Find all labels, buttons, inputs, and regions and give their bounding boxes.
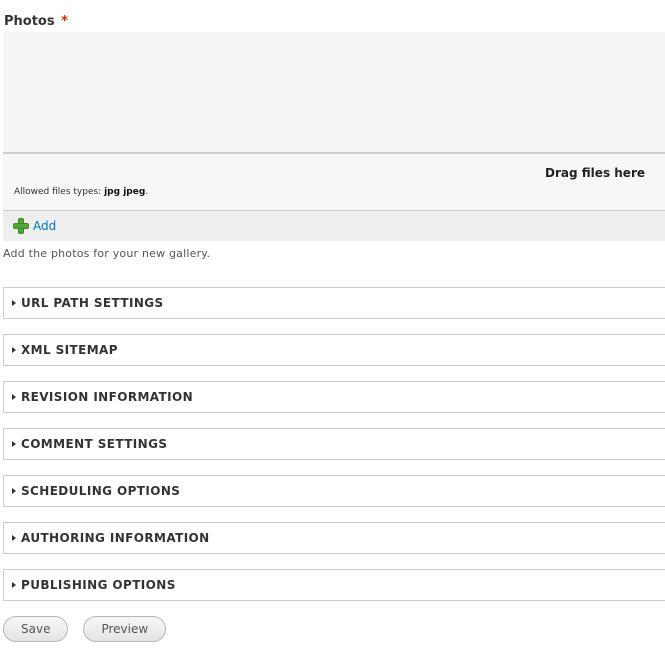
add-photo-label: Add (33, 219, 57, 233)
triangle-right-icon (12, 441, 16, 447)
upload-preview-area (3, 32, 665, 154)
preview-button[interactable]: Preview (83, 616, 167, 642)
fieldset-legend: COMMENT SETTINGS (21, 437, 168, 451)
fieldset-url-path-settings[interactable]: URL PATH SETTINGS (3, 287, 665, 319)
fieldset-legend: PUBLISHING OPTIONS (21, 578, 176, 592)
fieldset-xml-sitemap[interactable]: XML SITEMAP (3, 334, 665, 366)
allowed-file-types: Allowed files types: jpg jpeg. (14, 187, 148, 197)
form-actions: Save Preview (3, 616, 181, 642)
allowed-types-suffix: . (145, 187, 149, 197)
allowed-types-value: jpg jpeg (104, 187, 146, 197)
fieldset-legend: SCHEDULING OPTIONS (21, 484, 181, 498)
fieldset-revision-information[interactable]: REVISION INFORMATION (3, 381, 665, 413)
plus-icon (13, 218, 29, 234)
photo-upload-widget: Drag files here Allowed files types: jpg… (3, 32, 665, 241)
triangle-right-icon (12, 535, 16, 541)
fieldset-legend: URL PATH SETTINGS (21, 296, 164, 310)
drag-files-text: Drag files here (545, 166, 645, 180)
photos-label-text: Photos (4, 14, 55, 29)
save-button[interactable]: Save (3, 616, 69, 642)
triangle-right-icon (12, 394, 16, 400)
triangle-right-icon (12, 347, 16, 353)
photos-field-description: Add the photos for your new gallery. (3, 247, 211, 260)
fieldset-legend: AUTHORING INFORMATION (21, 531, 210, 545)
allowed-types-prefix: Allowed files types: (14, 187, 102, 197)
triangle-right-icon (12, 300, 16, 306)
add-bar: Add (3, 211, 665, 241)
fieldset-comment-settings[interactable]: COMMENT SETTINGS (3, 428, 665, 460)
fieldset-legend: REVISION INFORMATION (21, 390, 194, 404)
triangle-right-icon (12, 582, 16, 588)
triangle-right-icon (12, 488, 16, 494)
fieldset-legend: XML SITEMAP (21, 343, 118, 357)
fieldset-authoring-information[interactable]: AUTHORING INFORMATION (3, 522, 665, 554)
required-marker: * (61, 14, 68, 29)
file-drop-zone[interactable]: Drag files here Allowed files types: jpg… (3, 154, 665, 211)
photos-field-label: Photos * (4, 14, 68, 29)
vertical-fieldsets: URL PATH SETTINGS XML SITEMAP REVISION I… (3, 287, 665, 616)
add-photo-button[interactable]: Add (13, 218, 56, 234)
fieldset-scheduling-options[interactable]: SCHEDULING OPTIONS (3, 475, 665, 507)
fieldset-publishing-options[interactable]: PUBLISHING OPTIONS (3, 569, 665, 601)
